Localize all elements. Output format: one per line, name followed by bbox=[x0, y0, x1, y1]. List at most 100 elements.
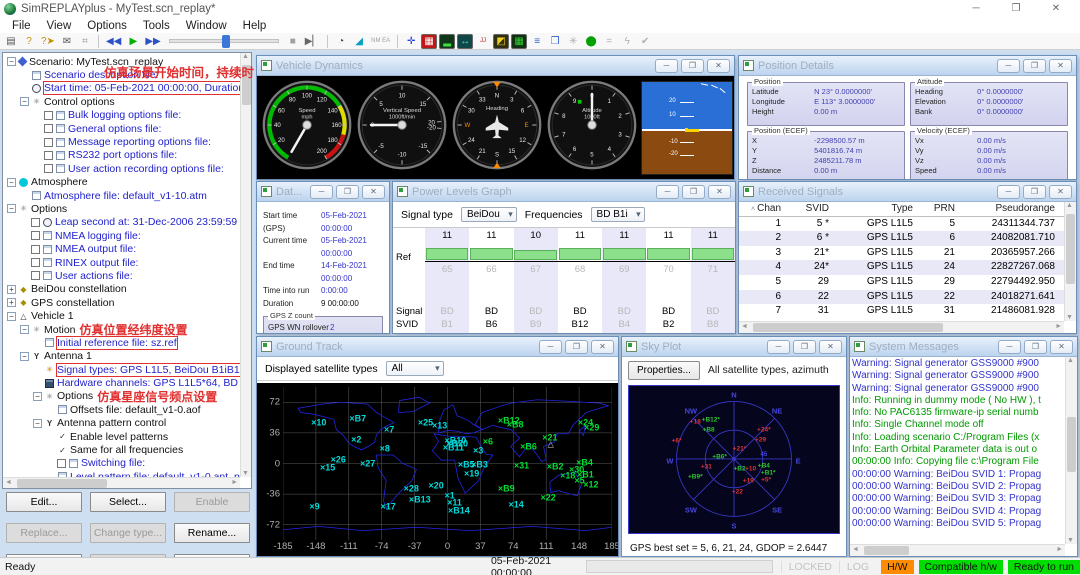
tree-item[interactable]: User action recording options file: bbox=[3, 162, 240, 175]
lightning-icon[interactable]: ϟ bbox=[619, 34, 635, 49]
tree-item[interactable]: RINEX output file: bbox=[3, 256, 240, 269]
tick-icon[interactable]: ✔ bbox=[637, 34, 653, 49]
tree-item[interactable]: Start time: 05-Feb-2021 00:00:00, Durati… bbox=[3, 82, 240, 95]
tree-item[interactable]: Bulk logging options file: bbox=[3, 109, 240, 122]
tree-item[interactable]: User actions file: bbox=[3, 269, 240, 282]
tree-item[interactable]: Message reporting options file: bbox=[3, 135, 240, 148]
clock-icon[interactable]: ◔ bbox=[333, 34, 349, 49]
tree-expander-icon[interactable]: + bbox=[7, 298, 16, 307]
menu-view[interactable]: View bbox=[39, 20, 80, 32]
close-button[interactable] bbox=[591, 340, 614, 354]
tree-checkbox[interactable] bbox=[44, 124, 53, 133]
restore-button[interactable] bbox=[793, 340, 816, 354]
close-button[interactable] bbox=[1049, 185, 1072, 199]
print-icon[interactable]: ▤ bbox=[3, 34, 19, 49]
tree-expander-icon[interactable]: + bbox=[7, 285, 16, 294]
tree-item[interactable]: RS232 port options file: bbox=[3, 149, 240, 162]
snowflake-icon[interactable]: ✳ bbox=[565, 34, 581, 49]
column-header[interactable]: Type bbox=[837, 202, 921, 216]
close-button[interactable] bbox=[708, 185, 731, 199]
tree-expander-icon[interactable]: − bbox=[7, 312, 16, 321]
map-view-icon[interactable]: ▦ bbox=[511, 34, 527, 49]
levels-icon[interactable]: ⌗ bbox=[77, 34, 93, 49]
menu-tools[interactable]: Tools bbox=[135, 20, 178, 32]
minimize-button[interactable] bbox=[997, 185, 1020, 199]
edit-button[interactable]: Edit... bbox=[6, 492, 82, 512]
message-log-icon[interactable]: ✉ bbox=[59, 34, 75, 49]
data-panel-titlebar[interactable]: Dat... bbox=[257, 182, 389, 202]
rewind-button[interactable]: ◀◀ bbox=[104, 34, 123, 49]
received-horizontal-scrollbar[interactable] bbox=[739, 321, 1064, 333]
select-button[interactable]: Select... bbox=[90, 492, 166, 512]
rename-button[interactable]: Rename... bbox=[174, 523, 250, 543]
tree-checkbox[interactable] bbox=[44, 138, 53, 147]
graph-view-icon[interactable]: ↔ bbox=[457, 34, 473, 49]
ground-track-titlebar[interactable]: Ground Track bbox=[257, 337, 618, 357]
restore-button[interactable] bbox=[681, 59, 704, 73]
messages-view-icon[interactable]: ≡ bbox=[529, 34, 545, 49]
menu-options[interactable]: Options bbox=[79, 20, 135, 32]
tree-checkbox[interactable] bbox=[44, 164, 53, 173]
stop-button[interactable]: ■ bbox=[285, 34, 301, 49]
tree-expander-icon[interactable]: − bbox=[33, 392, 42, 401]
tree-item[interactable]: Leap second at: 31-Dec-2006 23:59:59 bbox=[3, 216, 240, 229]
help-icon[interactable]: ? bbox=[21, 34, 37, 49]
sky-plot-titlebar[interactable]: Sky Plot bbox=[622, 337, 846, 357]
close-button[interactable] bbox=[707, 59, 730, 73]
minimize-button[interactable] bbox=[997, 59, 1020, 73]
window-close-button[interactable]: ✕ bbox=[1036, 0, 1076, 18]
menu-file[interactable]: File bbox=[4, 20, 39, 32]
restore-button[interactable] bbox=[1024, 340, 1047, 354]
tree-checkbox[interactable] bbox=[31, 218, 40, 227]
tree-item[interactable]: Signal types: GPS L1L5, BeiDou B1iB1c bbox=[3, 363, 240, 376]
tree-item[interactable]: NMEA output file: bbox=[3, 242, 240, 255]
minimize-button[interactable] bbox=[998, 340, 1021, 354]
tree-expander-icon[interactable]: − bbox=[20, 352, 29, 361]
tree-item[interactable]: −Atmosphere bbox=[3, 176, 240, 189]
tree-expander-icon[interactable]: − bbox=[7, 204, 16, 213]
window-restore-button[interactable]: ❐ bbox=[996, 0, 1036, 18]
tree-item[interactable]: +GPS constellation bbox=[3, 296, 240, 309]
tree-item[interactable]: −Motion仿真位置经纬度设置 bbox=[3, 323, 240, 336]
minimize-button[interactable] bbox=[539, 340, 562, 354]
properties-button[interactable]: Properties... bbox=[628, 361, 700, 380]
tree-item[interactable]: −Antenna 1 bbox=[3, 350, 240, 363]
minimize-button[interactable] bbox=[656, 185, 679, 199]
tree-checkbox[interactable] bbox=[31, 258, 40, 267]
antenna-view-icon[interactable]: JJ bbox=[475, 34, 491, 49]
tree-item[interactable]: Switching file: bbox=[3, 457, 240, 470]
table-row[interactable]: 15 *GPS L1L5524311344.737 bbox=[739, 217, 1064, 232]
power-levels-titlebar[interactable]: Power Levels Graph bbox=[393, 182, 735, 202]
windows-view-icon[interactable]: ❐ bbox=[547, 34, 563, 49]
column-header[interactable]: ˄Chan bbox=[739, 202, 789, 216]
pin-icon[interactable]: ⬤ bbox=[583, 34, 599, 49]
close-button[interactable] bbox=[1050, 340, 1073, 354]
tree-item[interactable]: Atmosphere file: default_v1-10.atm bbox=[3, 189, 240, 202]
messages-vertical-scrollbar[interactable] bbox=[1065, 357, 1077, 544]
tree-checkbox[interactable] bbox=[31, 245, 40, 254]
close-button[interactable] bbox=[819, 340, 842, 354]
signal-type-dropdown[interactable]: BeiDou bbox=[461, 207, 517, 222]
tree-expander-icon[interactable]: − bbox=[20, 325, 29, 334]
tree-checkbox[interactable] bbox=[31, 271, 40, 280]
tree-expander-icon[interactable]: − bbox=[33, 419, 42, 428]
tree-checkbox[interactable] bbox=[44, 111, 53, 120]
context-help-icon[interactable]: ?➤ bbox=[39, 34, 57, 49]
tree-item[interactable]: Offsets file: default_v1-0.aof bbox=[3, 403, 240, 416]
power-view-icon[interactable]: ▦ bbox=[421, 34, 437, 49]
tree-item[interactable]: −Options仿真星座信号频点设置 bbox=[3, 390, 240, 403]
minimize-button[interactable] bbox=[310, 185, 333, 199]
run-button[interactable]: ▶ bbox=[125, 34, 141, 49]
tree-item[interactable]: Initial reference file: sz.ref bbox=[3, 336, 240, 349]
menu-window[interactable]: Window bbox=[178, 20, 235, 32]
tree-item[interactable]: −Antenna pattern control bbox=[3, 417, 240, 430]
tree-horizontal-scrollbar[interactable] bbox=[3, 477, 240, 488]
vehicle-dynamics-titlebar[interactable]: Vehicle Dynamics bbox=[257, 56, 734, 76]
restore-button[interactable] bbox=[1023, 59, 1046, 73]
tree-expander-icon[interactable]: − bbox=[7, 57, 16, 66]
table-row[interactable]: 321*GPS L1L52120365957.266 bbox=[739, 246, 1064, 261]
close-button[interactable] bbox=[1049, 59, 1072, 73]
frequencies-dropdown[interactable]: BD B1i bbox=[591, 207, 645, 222]
restore-button[interactable] bbox=[565, 340, 588, 354]
table-row[interactable]: 26 *GPS L1L5624082081.710 bbox=[739, 231, 1064, 246]
